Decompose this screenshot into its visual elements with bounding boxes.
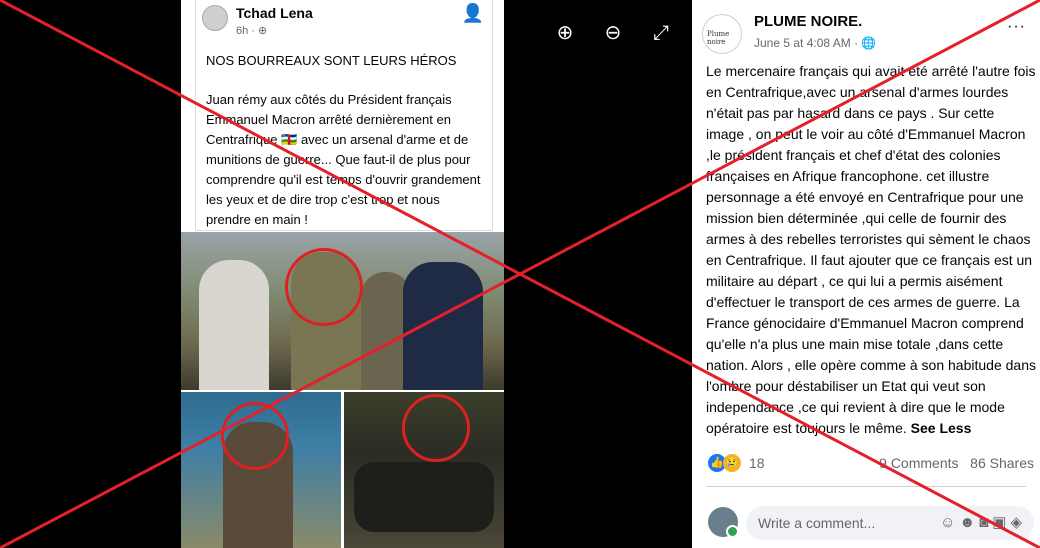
photo-arrested-man bbox=[181, 392, 341, 548]
user-avatar[interactable] bbox=[708, 507, 739, 538]
page-name[interactable]: PLUME NOIRE. bbox=[754, 13, 862, 30]
sticker-icon[interactable]: ◈ bbox=[1010, 514, 1026, 531]
gif-icon[interactable]: ▣ bbox=[992, 514, 1010, 531]
see-less-link[interactable]: See Less bbox=[911, 420, 972, 436]
reaction-count: 18 bbox=[749, 455, 765, 471]
shared-post-author: Tchad Lena bbox=[236, 5, 313, 21]
red-circle-highlight bbox=[285, 248, 363, 326]
sad-reaction-icon: 😢 bbox=[723, 454, 741, 472]
post-panel: Plume noire PLUME NOIRE. June 5 at 4:08 … bbox=[692, 0, 1040, 548]
shared-screenshot-image: Tchad Lena 6h · ⊕ 👤 NOS BOURREAUX SONT L… bbox=[181, 0, 504, 548]
comment-tools: ☺☻◙▣◈ bbox=[940, 513, 1026, 531]
shares-count[interactable]: 86 Shares bbox=[970, 455, 1034, 471]
zoom-out-icon[interactable]: ⊖ bbox=[602, 22, 624, 44]
shared-post-card: Tchad Lena 6h · ⊕ 👤 NOS BOURREAUX SONT L… bbox=[195, 0, 493, 231]
camera-icon[interactable]: ◙ bbox=[979, 514, 992, 531]
divider bbox=[706, 486, 1026, 487]
person-woman bbox=[199, 260, 269, 390]
more-options-icon[interactable]: ··· bbox=[1007, 18, 1026, 36]
post-body: Le mercenaire français qui avait été arr… bbox=[706, 63, 1036, 436]
zoom-in-icon[interactable]: ⊕ bbox=[554, 22, 576, 44]
photo-weapons-pile bbox=[344, 392, 504, 548]
add-friend-icon: 👤 bbox=[461, 3, 484, 23]
shared-post-time: 6h · ⊕ bbox=[236, 25, 268, 37]
avatar-sticker-icon[interactable]: ☺ bbox=[940, 514, 959, 531]
shared-post-body: Juan rémy aux côtés du Président françai… bbox=[206, 92, 481, 227]
red-circle-highlight bbox=[402, 394, 470, 462]
online-status-dot bbox=[726, 525, 739, 538]
image-viewer: Tchad Lena 6h · ⊕ 👤 NOS BOURREAUX SONT L… bbox=[0, 0, 692, 548]
emoji-icon[interactable]: ☻ bbox=[959, 514, 979, 531]
shared-post-avatar bbox=[202, 5, 228, 31]
comments-count[interactable]: 9 Comments bbox=[879, 455, 958, 471]
shared-post-headline: NOS BOURREAUX SONT LEURS HÉROS bbox=[206, 53, 457, 68]
weapons-pile bbox=[354, 462, 494, 532]
comment-input[interactable]: Write a comment... ☺☻◙▣◈ bbox=[746, 506, 1034, 540]
post-text: Le mercenaire français qui avait été arr… bbox=[706, 61, 1036, 439]
reactions-summary[interactable]: 👍 😢 18 bbox=[708, 454, 765, 472]
post-date[interactable]: June 5 at 4:08 AM · 🌐 bbox=[754, 36, 876, 50]
red-circle-highlight bbox=[221, 402, 289, 470]
fullscreen-icon[interactable]: ⤢ bbox=[650, 22, 672, 44]
person-macron bbox=[403, 262, 483, 390]
globe-icon: ⊕ bbox=[258, 25, 268, 37]
photo-group-macron bbox=[181, 232, 504, 390]
comment-placeholder: Write a comment... bbox=[758, 515, 876, 531]
page-avatar[interactable]: Plume noire bbox=[702, 14, 742, 54]
post-stats: 9 Comments 86 Shares bbox=[879, 455, 1034, 471]
